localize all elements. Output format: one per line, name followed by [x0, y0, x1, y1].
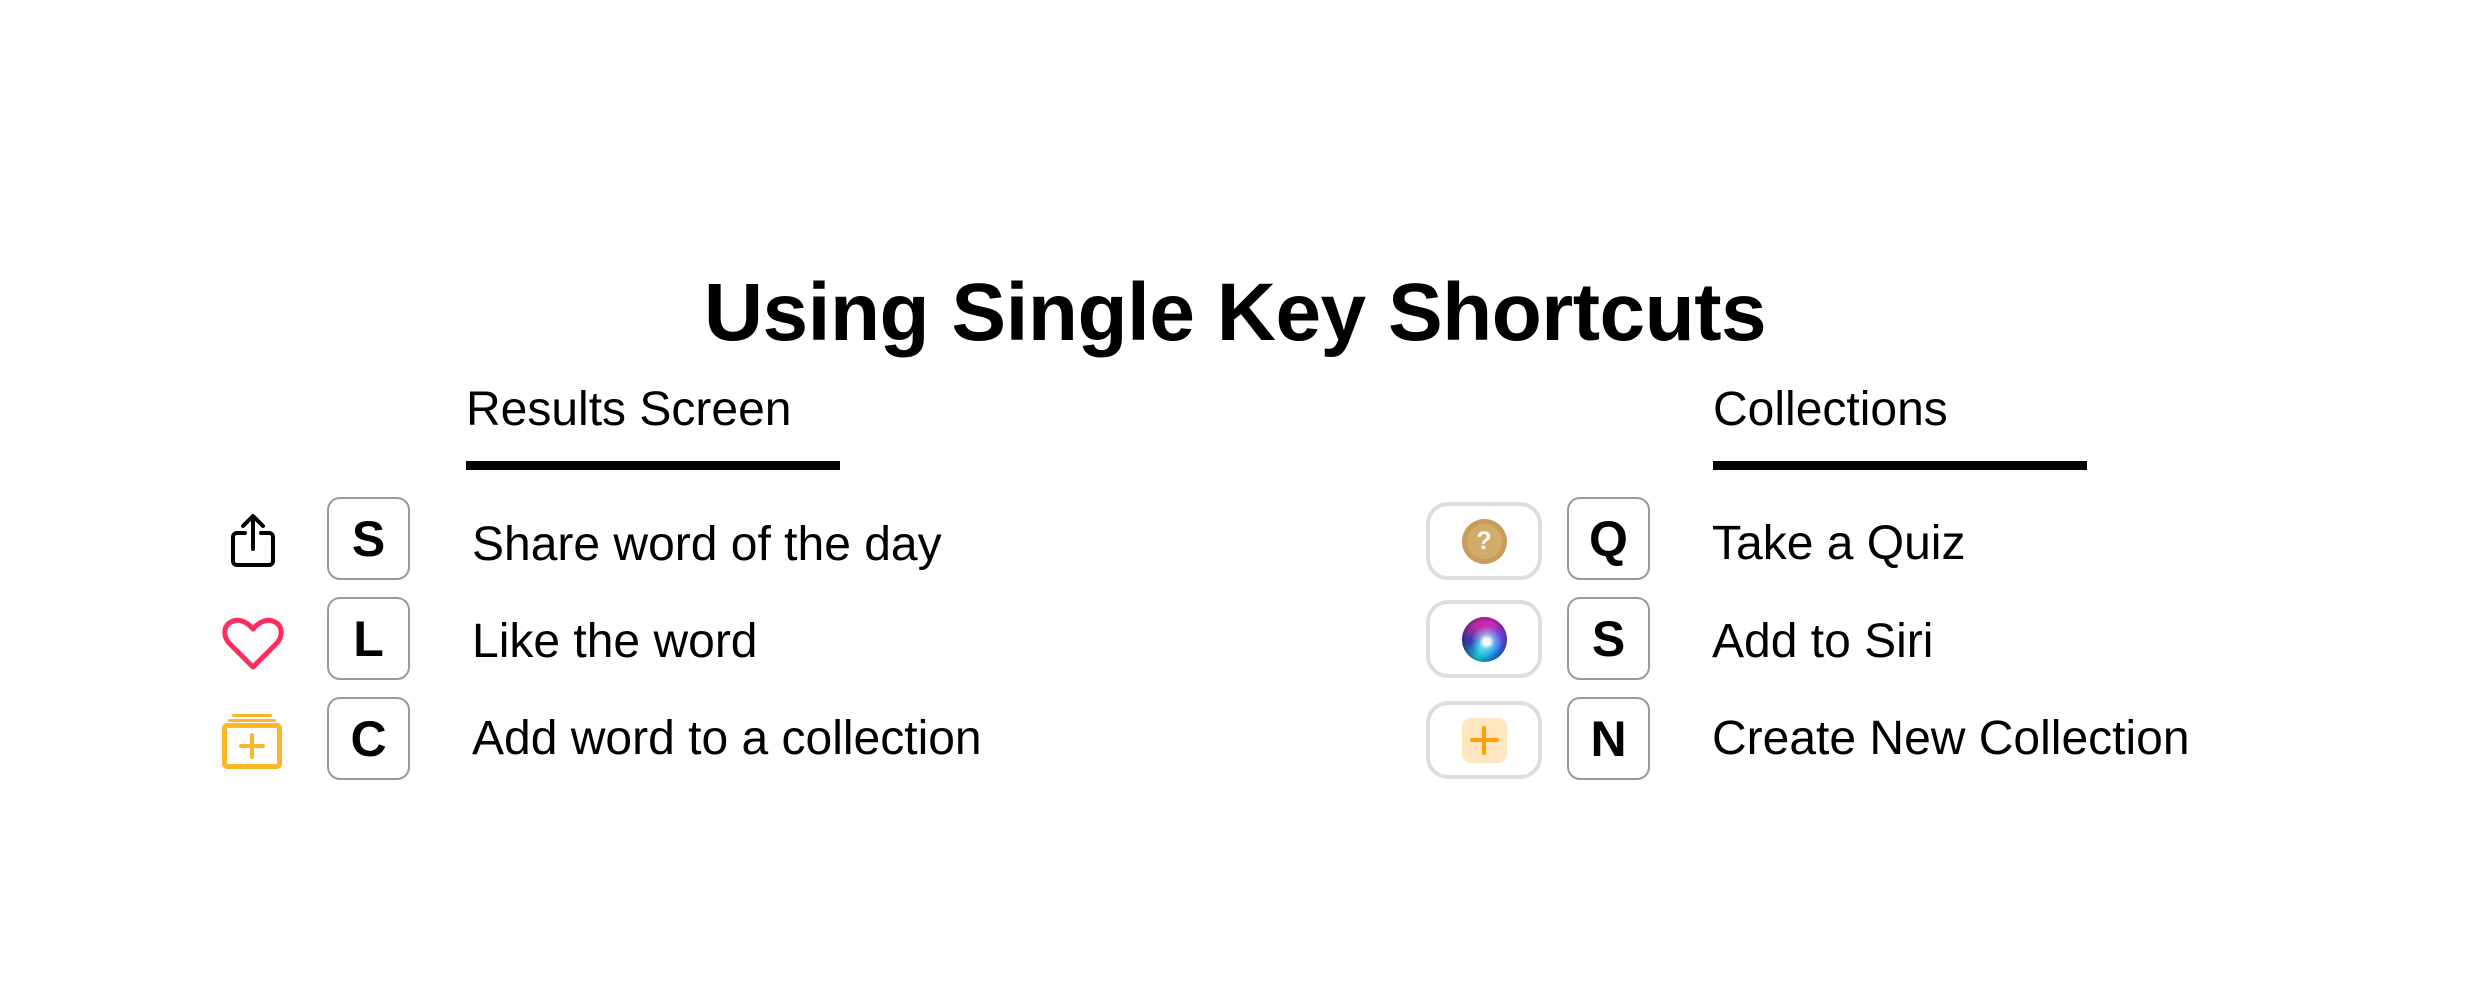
- heart-icon: [220, 614, 286, 674]
- siri-icon: [1461, 616, 1507, 662]
- key-q: Q: [1567, 497, 1650, 580]
- key-l: L: [327, 597, 410, 680]
- shortcut-label: Add word to a collection: [472, 712, 982, 765]
- add-to-collection-icon: [220, 710, 284, 772]
- share-icon: [226, 512, 280, 570]
- key-c: C: [327, 697, 410, 780]
- section-heading-collections: Collections: [1713, 383, 1948, 436]
- quiz-coin-icon: ?: [1461, 518, 1507, 564]
- siri-button-preview: [1426, 600, 1542, 678]
- section-heading-results-screen: Results Screen: [466, 383, 792, 436]
- quiz-button-preview: ?: [1426, 502, 1542, 580]
- key-s: S: [327, 497, 410, 580]
- section-underline: [466, 461, 840, 470]
- key-s: S: [1567, 597, 1650, 680]
- shortcut-label: Add to Siri: [1712, 615, 1934, 668]
- question-mark-glyph: ?: [1466, 523, 1502, 559]
- shortcut-label: Like the word: [472, 615, 758, 668]
- section-underline: [1713, 461, 2087, 470]
- new-collection-button-preview: [1426, 701, 1542, 779]
- shortcut-label: Take a Quiz: [1712, 517, 1966, 570]
- key-n: N: [1567, 697, 1650, 780]
- page-title: Using Single Key Shortcuts: [703, 266, 1767, 358]
- shortcut-label: Create New Collection: [1712, 712, 2190, 765]
- plus-icon: [1461, 717, 1507, 763]
- shortcut-label: Share word of the day: [472, 518, 942, 571]
